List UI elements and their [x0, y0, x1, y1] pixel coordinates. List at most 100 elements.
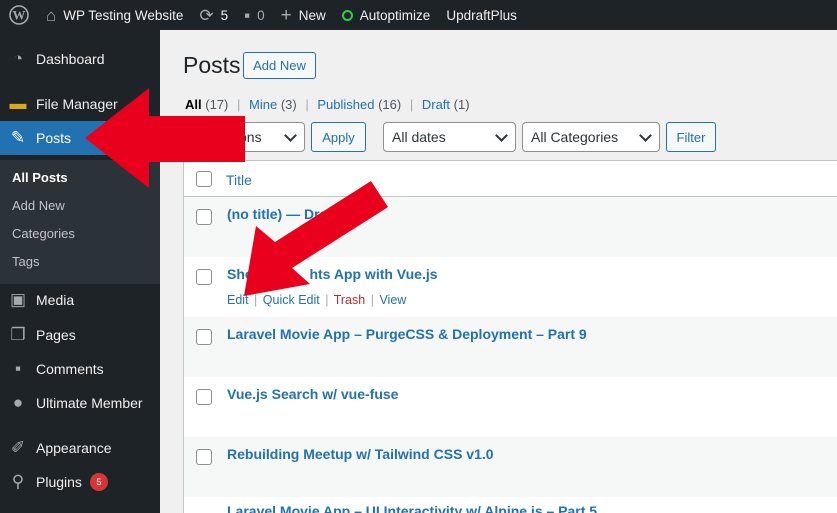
chevron-down-icon [639, 129, 652, 142]
menu-label: Posts [36, 130, 72, 146]
filter-mine-count: (3) [280, 97, 297, 112]
view-link[interactable]: View [379, 293, 406, 307]
new-content-link[interactable]: + New [273, 0, 334, 30]
row-checkbox[interactable] [196, 449, 212, 465]
menu-label: Appearance [36, 440, 112, 456]
menu-label: Comments [36, 361, 104, 377]
autoptimize-label: Autoptimize [359, 7, 431, 23]
quick-edit-link[interactable]: Quick Edit [263, 293, 320, 307]
table-row: Laravel Movie App – PurgeCSS & Deploymen… [184, 317, 837, 377]
filter-button[interactable]: Filter [666, 122, 716, 152]
menu-item-posts[interactable]: ✎ Posts [0, 121, 160, 155]
dashboard-icon: ◔ [12, 49, 24, 68]
submenu-add-new[interactable]: Add New [12, 198, 65, 213]
categories-value: All Categories [531, 129, 619, 145]
admin-sidebar: ◔ Dashboard ▬ File Manager ✎ Posts All P… [0, 30, 160, 513]
site-name: WP Testing Website [63, 7, 184, 23]
table-header: Title [184, 161, 837, 197]
comments-count: 0 [257, 7, 265, 23]
menu-label: File Manager [36, 96, 118, 112]
menu-label: Ultimate Member [36, 395, 143, 411]
menu-label: Dashboard [36, 51, 105, 67]
comment-icon: ▪ [14, 359, 22, 378]
posts-table: Title (no title) — Dra Sho hts App with V… [183, 160, 837, 513]
updates-count: 5 [220, 7, 229, 23]
submenu-all-posts[interactable]: All Posts [12, 170, 68, 185]
comments-link[interactable]: ▪ 0 [236, 0, 273, 30]
new-label: New [298, 7, 326, 23]
chevron-down-icon [495, 129, 508, 142]
autoptimize-status-icon [341, 9, 353, 21]
menu-item-plugins[interactable]: ⚲ Plugins 5 [0, 465, 160, 499]
plugins-update-badge: 5 [89, 473, 108, 491]
wordpress-icon: W [9, 5, 29, 25]
filter-published[interactable]: Published [317, 97, 374, 112]
menu-item-comments[interactable]: ▪ Comments [0, 352, 160, 386]
apply-button[interactable]: Apply [311, 122, 366, 152]
table-row: Rebuilding Meetup w/ Tailwind CSS v1.0 [184, 437, 837, 497]
svg-text:W: W [13, 8, 26, 23]
plugin-icon: ⚲ [11, 472, 25, 491]
updates-link[interactable]: ⟳ 5 [191, 0, 236, 30]
separator: | [370, 293, 374, 307]
filter-mine[interactable]: Mine [249, 97, 277, 112]
brush-icon: ✐ [10, 438, 26, 457]
page-title: Posts [183, 52, 241, 78]
post-title-link[interactable]: Laravel Movie App – UI Interactivity w/ … [227, 503, 597, 513]
posts-submenu: All Posts Add New Categories Tags [0, 160, 160, 284]
row-checkbox[interactable] [196, 329, 212, 345]
post-title-link[interactable]: Vue.js Search w/ vue-fuse [227, 386, 398, 402]
add-new-button[interactable]: Add New [243, 52, 316, 79]
menu-label: Plugins [36, 474, 82, 490]
post-title-link[interactable]: Rebuilding Meetup w/ Tailwind CSS v1.0 [227, 446, 494, 462]
main-content: Posts Add New All (17) | Mine (3) | Publ… [160, 30, 837, 513]
menu-item-ultimate-member[interactable]: ● Ultimate Member [0, 386, 160, 420]
post-title-end: hts App with Vue.js [309, 266, 438, 282]
pin-icon: ✎ [10, 128, 26, 147]
dates-value: All dates [392, 129, 446, 145]
menu-item-pages[interactable]: ❐ Pages [0, 318, 160, 352]
separator: | [237, 97, 241, 112]
submenu-categories[interactable]: Categories [12, 226, 75, 241]
bulk-actions-select[interactable]: ons [200, 122, 305, 152]
trash-link[interactable]: Trash [334, 293, 366, 307]
users-icon: ● [0, 507, 36, 513]
menu-item-media[interactable]: ▣ Media [0, 283, 160, 317]
post-title-link[interactable]: (no title) — Dra [227, 206, 327, 222]
menu-item-users[interactable]: ● [0, 500, 160, 513]
menu-item-dashboard[interactable]: ◔ Dashboard [0, 42, 160, 76]
menu-item-file-manager[interactable]: ▬ File Manager [0, 87, 160, 121]
edit-link[interactable]: Edit [227, 293, 249, 307]
comment-bubble-icon: ▪ [244, 5, 251, 25]
pages-icon: ❐ [10, 325, 26, 344]
filter-published-count: (16) [378, 97, 402, 112]
row-checkbox[interactable] [196, 209, 212, 225]
filter-all[interactable]: All [185, 97, 202, 112]
column-title-header[interactable]: Title [226, 172, 252, 188]
row-checkbox[interactable] [196, 389, 212, 405]
autoptimize-link[interactable]: Autoptimize [334, 0, 439, 30]
wordpress-logo-button[interactable]: W [0, 0, 38, 30]
post-title-link[interactable]: Sho hts App with Vue.js [227, 266, 438, 282]
filter-draft[interactable]: Draft [422, 97, 450, 112]
folder-icon: ▬ [9, 94, 27, 113]
media-icon: ▣ [9, 290, 27, 309]
admin-bar: W ⌂ WP Testing Website ⟳ 5 ▪ 0 + New Aut… [0, 0, 837, 30]
site-name-link[interactable]: ⌂ WP Testing Website [38, 0, 191, 30]
select-all-checkbox[interactable] [196, 171, 212, 187]
categories-select[interactable]: All Categories [522, 122, 660, 152]
post-status-filters: All (17) | Mine (3) | Published (16) | D… [185, 97, 470, 112]
post-title-start: Sho [227, 266, 254, 282]
row-checkbox[interactable] [196, 269, 212, 285]
post-title-link[interactable]: Laravel Movie App – PurgeCSS & Deploymen… [227, 326, 587, 342]
updraftplus-link[interactable]: UpdraftPlus [438, 0, 525, 30]
table-row: (no title) — Dra [184, 197, 837, 257]
row-actions: Edit | Quick Edit | Trash | View [227, 293, 406, 307]
menu-item-appearance[interactable]: ✐ Appearance [0, 431, 160, 465]
dates-select[interactable]: All dates [383, 122, 516, 152]
submenu-tags[interactable]: Tags [12, 254, 39, 269]
chevron-down-icon [284, 129, 297, 142]
table-row: Laravel Movie App – UI Interactivity w/ … [184, 497, 837, 513]
user-icon: ● [12, 393, 24, 412]
separator: | [325, 293, 329, 307]
